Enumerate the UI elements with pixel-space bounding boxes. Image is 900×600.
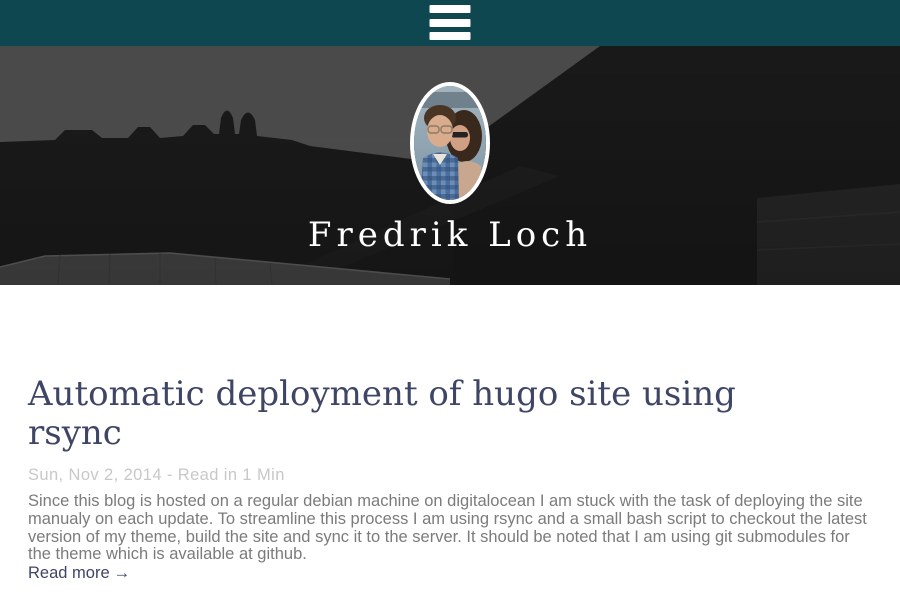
hamburger-bar	[430, 19, 471, 27]
post-title-link[interactable]: Automatic deployment of hugo site using …	[28, 375, 828, 453]
read-more-label: Read more	[28, 564, 110, 582]
post-summary: Automatic deployment of hugo site using …	[28, 375, 872, 583]
hero-content: Fredrik Loch	[0, 46, 900, 285]
avatar-photo	[414, 86, 486, 200]
hamburger-bar	[430, 32, 471, 40]
top-navigation-bar	[0, 0, 900, 46]
site-owner-name: Fredrik Loch	[308, 215, 592, 255]
right-arrow-icon: →	[110, 564, 131, 582]
post-list: Automatic deployment of hugo site using …	[0, 285, 900, 583]
post-meta: Sun, Nov 2, 2014 - Read in 1 Min	[28, 466, 872, 485]
hamburger-menu-icon[interactable]	[430, 5, 471, 40]
avatar	[410, 82, 490, 204]
hero-banner: Fredrik Loch	[0, 46, 900, 285]
hamburger-bar	[430, 5, 471, 13]
read-more-link[interactable]: Read more→	[28, 565, 130, 583]
post-excerpt: Since this blog is hosted on a regular d…	[28, 493, 872, 564]
